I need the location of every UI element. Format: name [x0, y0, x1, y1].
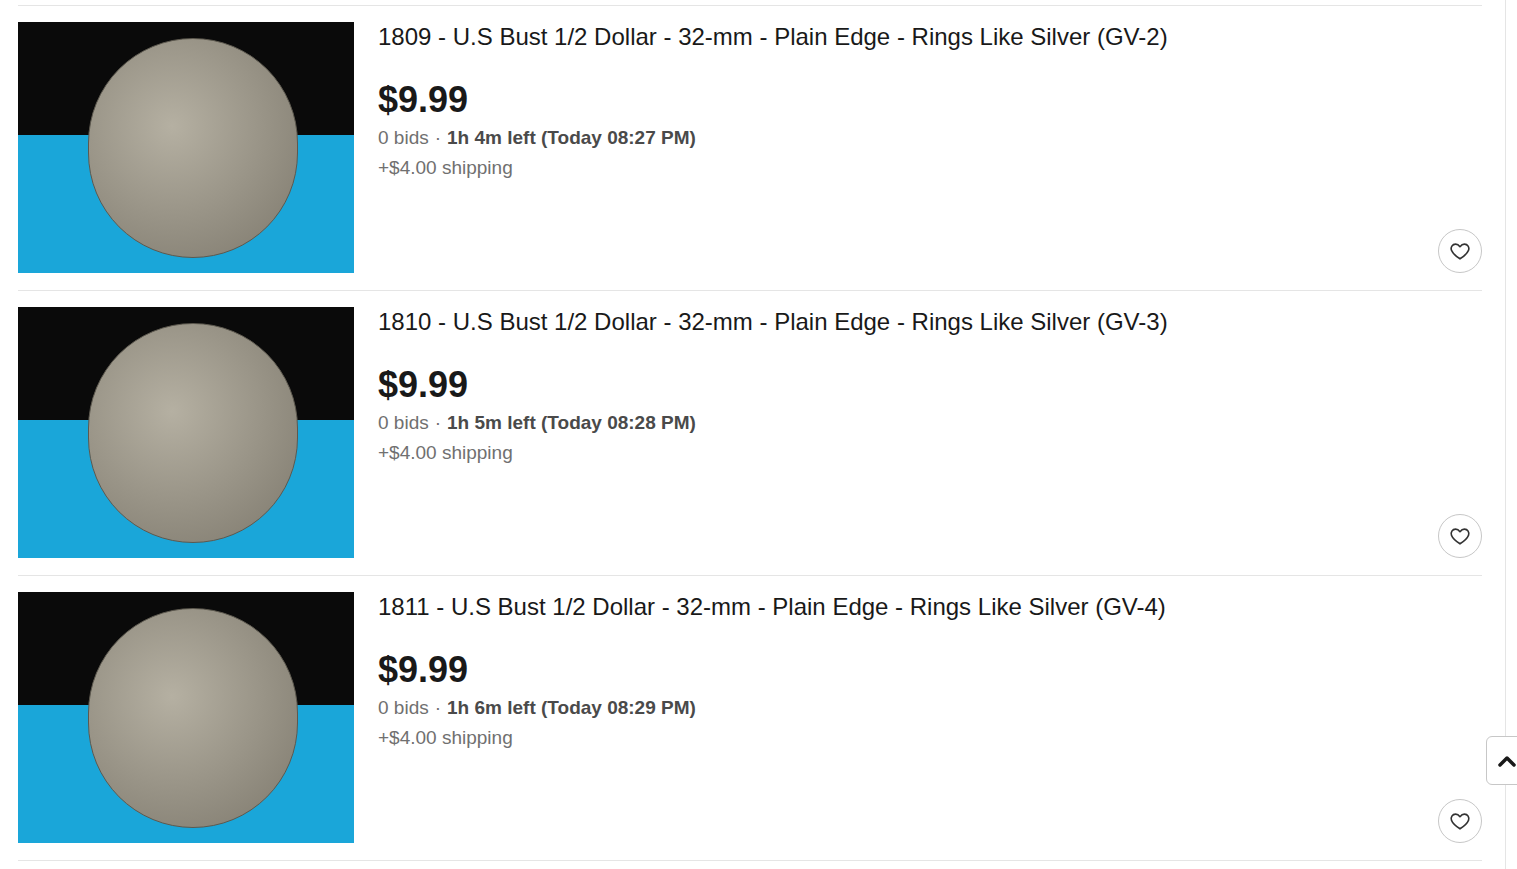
watch-button[interactable] [1438, 514, 1482, 558]
listing-row: 1809 - U.S Bust 1/2 Dollar - 32-mm - Pla… [18, 5, 1482, 290]
chevron-up-icon [1497, 754, 1517, 768]
bid-count: 0 bids [378, 127, 429, 148]
page: 1809 - U.S Bust 1/2 Dollar - 32-mm - Pla… [0, 0, 1517, 869]
listing-row: 1810 - U.S Bust 1/2 Dollar - 32-mm - Pla… [18, 290, 1482, 575]
heart-icon [1449, 525, 1471, 547]
watch-button[interactable] [1438, 229, 1482, 273]
bid-count: 0 bids [378, 697, 429, 718]
shipping-cost: +$4.00 shipping [378, 441, 1438, 465]
listing-price: $9.99 [378, 648, 1438, 691]
listing-title[interactable]: 1809 - U.S Bust 1/2 Dollar - 32-mm - Pla… [378, 22, 1438, 52]
coin-photo[interactable] [18, 22, 354, 273]
listing-title[interactable]: 1811 - U.S Bust 1/2 Dollar - 32-mm - Pla… [378, 592, 1438, 622]
listing-price: $9.99 [378, 78, 1438, 121]
watch-button[interactable] [1438, 799, 1482, 843]
bids-time: 0 bids · 1h 4m left (Today 08:27 PM) [378, 126, 1438, 150]
results-list: 1809 - U.S Bust 1/2 Dollar - 32-mm - Pla… [18, 5, 1482, 861]
coin-photo[interactable] [18, 592, 354, 843]
coin-photo[interactable] [18, 307, 354, 558]
listing-price: $9.99 [378, 363, 1438, 406]
back-to-top-button[interactable] [1486, 736, 1517, 785]
listing-row: 1811 - U.S Bust 1/2 Dollar - 32-mm - Pla… [18, 575, 1482, 860]
separator: · [435, 412, 441, 433]
time-left: 1h 4m left (Today 08:27 PM) [447, 127, 696, 148]
time-left: 1h 6m left (Today 08:29 PM) [447, 697, 696, 718]
time-left: 1h 5m left (Today 08:28 PM) [447, 412, 696, 433]
separator: · [435, 127, 441, 148]
listing-title[interactable]: 1810 - U.S Bust 1/2 Dollar - 32-mm - Pla… [378, 307, 1438, 337]
shipping-cost: +$4.00 shipping [378, 726, 1438, 750]
shipping-cost: +$4.00 shipping [378, 156, 1438, 180]
bids-time: 0 bids · 1h 5m left (Today 08:28 PM) [378, 411, 1438, 435]
bids-time: 0 bids · 1h 6m left (Today 08:29 PM) [378, 696, 1438, 720]
bid-count: 0 bids [378, 412, 429, 433]
separator: · [435, 697, 441, 718]
heart-icon [1449, 240, 1471, 262]
heart-icon [1449, 810, 1471, 832]
